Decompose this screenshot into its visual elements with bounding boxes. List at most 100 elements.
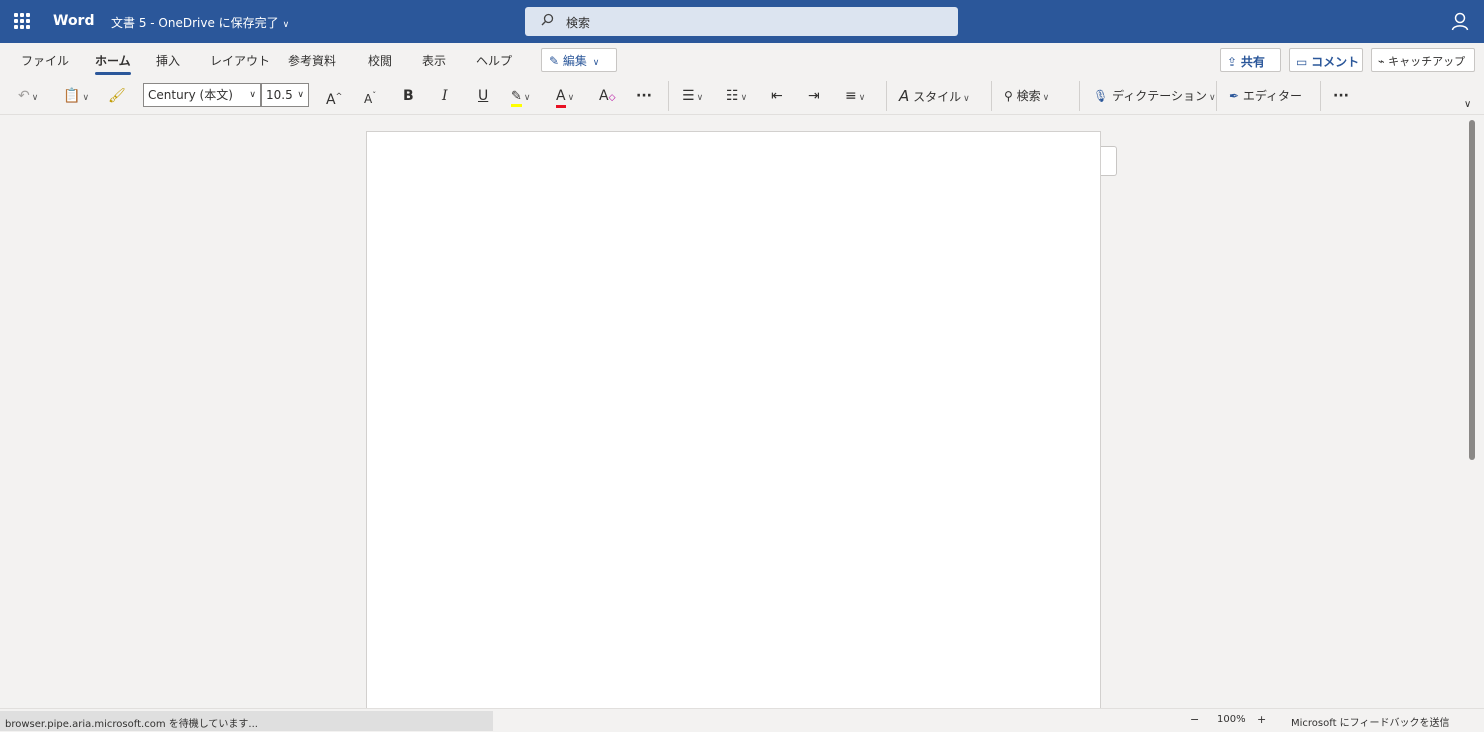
find-label: 検索 xyxy=(1016,89,1041,103)
search-icon: ⚲ xyxy=(1004,89,1013,103)
separator xyxy=(1079,81,1080,111)
document-canvas xyxy=(0,116,1484,711)
editing-mode-button[interactable]: ✎ 編集 ∨ xyxy=(541,48,617,72)
font-name-value: Century (本文) xyxy=(148,88,233,102)
font-name-select[interactable]: Century (本文) ∨ xyxy=(143,83,261,107)
app-launcher-icon[interactable] xyxy=(14,13,30,29)
bullets-button[interactable]: ☰ ∨ xyxy=(682,85,703,107)
styles-label: スタイル xyxy=(913,90,962,104)
document-title[interactable]: 文書 5 - OneDrive に保存完了 ∨ xyxy=(111,14,289,31)
vertical-scrollbar[interactable] xyxy=(1467,116,1479,708)
shrink-font-icon: Aˇ xyxy=(364,91,377,106)
microphone-icon: 🎙 xyxy=(1093,89,1109,103)
ribbon-expand-icon[interactable]: ∨ xyxy=(1464,99,1471,110)
document-page[interactable] xyxy=(366,131,1101,711)
catch-up-button[interactable]: ⌁ キャッチアップ xyxy=(1371,48,1475,72)
share-icon: ⇪ xyxy=(1227,55,1238,69)
scrollbar-thumb[interactable] xyxy=(1469,120,1475,460)
underline-button[interactable]: U xyxy=(478,85,488,107)
decrease-indent-button[interactable]: ⇤ xyxy=(771,85,783,107)
highlight-button[interactable]: ✎ ∨ xyxy=(511,85,531,107)
tab-view[interactable]: 表示 xyxy=(422,52,446,69)
font-color-button[interactable]: A ∨ xyxy=(556,85,575,108)
clipboard-icon: 📋 xyxy=(63,88,81,104)
tab-layout[interactable]: レイアウト xyxy=(210,52,270,69)
find-button[interactable]: ⚲ 検索 ∨ xyxy=(1004,85,1049,107)
app-name[interactable]: Word xyxy=(53,13,95,29)
paste-button[interactable]: 📋 ∨ xyxy=(63,85,89,107)
tab-help[interactable]: ヘルプ xyxy=(476,52,512,69)
numbered-list-icon: ☷ xyxy=(726,88,739,104)
align-icon: ≡ xyxy=(845,88,857,104)
title-bar: Word 文書 5 - OneDrive に保存完了 ∨ 検索 xyxy=(0,0,1484,43)
bullet-list-icon: ☰ xyxy=(682,88,695,104)
more-font-options-button[interactable]: ··· xyxy=(636,85,652,107)
status-bar: browser.pipe.aria.microsoft.com を待機しています… xyxy=(0,708,1484,732)
comments-button[interactable]: ▭ コメント xyxy=(1289,48,1363,72)
chevron-down-icon: ∨ xyxy=(696,93,704,103)
dictate-label: ディクテーション xyxy=(1112,89,1207,103)
share-button[interactable]: ⇪ 共有 xyxy=(1220,48,1281,72)
page-side-tab[interactable] xyxy=(1101,146,1117,176)
format-painter-icon: 🖌 xyxy=(108,88,126,104)
font-color-icon: A xyxy=(556,88,566,108)
zoom-in-button[interactable]: + xyxy=(1257,713,1266,726)
feedback-link[interactable]: Microsoft にフィードバックを送信 xyxy=(1291,714,1450,729)
undo-icon: ↶ xyxy=(18,88,30,104)
chevron-down-icon: ∨ xyxy=(282,20,290,30)
chevron-down-icon: ∨ xyxy=(858,93,866,103)
share-label: 共有 xyxy=(1240,55,1265,69)
chevron-down-icon: ∨ xyxy=(567,93,575,103)
chevron-down-icon: ∨ xyxy=(592,58,600,68)
undo-button[interactable]: ↶ ∨ xyxy=(18,85,38,107)
highlighter-icon: ✎ xyxy=(511,89,522,107)
ribbon-tabs: ファイル ホーム 挿入 レイアウト 参考資料 校閲 表示 ヘルプ ✎ 編集 ∨ … xyxy=(0,43,1484,77)
font-size-select[interactable]: 10.5 ∨ xyxy=(261,83,309,107)
chevron-down-icon: ∨ xyxy=(1208,93,1216,103)
search-placeholder: 検索 xyxy=(566,16,591,30)
italic-button[interactable]: I xyxy=(442,85,448,107)
tab-review[interactable]: 校閲 xyxy=(368,52,392,69)
separator xyxy=(1216,81,1217,111)
bold-button[interactable]: B xyxy=(403,85,414,107)
grow-font-icon: A^ xyxy=(326,91,343,108)
dictate-button[interactable]: 🎙 ディクテーション ∨ xyxy=(1093,85,1216,107)
font-size-value: 10.5 xyxy=(266,88,293,102)
separator xyxy=(1320,81,1321,111)
editing-mode-label: 編集 xyxy=(562,54,587,68)
chevron-down-icon: ∨ xyxy=(1042,93,1050,103)
numbering-button[interactable]: ☷ ∨ xyxy=(726,85,747,107)
tab-home[interactable]: ホーム xyxy=(95,52,131,75)
ribbon-toolbar: ↶ ∨ 📋 ∨ 🖌 Century (本文) ∨ 10.5 ∨ A^ Aˇ B I … xyxy=(0,77,1484,115)
account-icon[interactable] xyxy=(1450,11,1470,31)
styles-button[interactable]: A スタイル ∨ xyxy=(899,85,970,107)
shrink-font-button[interactable]: Aˇ xyxy=(364,85,376,107)
increase-indent-icon: ⇥ xyxy=(808,88,820,104)
chevron-down-icon: ∨ xyxy=(297,90,304,100)
zoom-level[interactable]: 100% xyxy=(1217,714,1246,725)
align-button[interactable]: ≡ ∨ xyxy=(845,85,865,107)
more-options-button[interactable]: ··· xyxy=(1333,85,1349,107)
styles-icon: A xyxy=(899,87,910,105)
tab-insert[interactable]: 挿入 xyxy=(156,52,180,69)
catch-up-label: キャッチアップ xyxy=(1388,55,1466,68)
zoom-out-button[interactable]: − xyxy=(1190,713,1199,726)
editor-label: エディター xyxy=(1242,89,1303,103)
clear-formatting-button[interactable]: A◇ xyxy=(599,85,616,107)
search-icon xyxy=(541,13,554,30)
chevron-down-icon: ∨ xyxy=(963,94,970,104)
format-painter-button[interactable]: 🖌 xyxy=(108,85,126,107)
catch-up-icon: ⌁ xyxy=(1378,55,1385,68)
increase-indent-button[interactable]: ⇥ xyxy=(808,85,820,107)
tab-references[interactable]: 参考資料 xyxy=(288,52,336,69)
chevron-down-icon: ∨ xyxy=(249,90,256,100)
loading-status-message: browser.pipe.aria.microsoft.com を待機しています… xyxy=(0,711,493,731)
tab-file[interactable]: ファイル xyxy=(21,52,69,69)
search-box[interactable]: 検索 xyxy=(525,7,958,36)
document-title-text: 文書 5 - OneDrive に保存完了 xyxy=(111,16,279,30)
comment-icon: ▭ xyxy=(1296,55,1308,69)
separator xyxy=(886,81,887,111)
clear-formatting-icon: A◇ xyxy=(599,88,616,104)
grow-font-button[interactable]: A^ xyxy=(326,85,343,108)
editor-button[interactable]: ✒ エディター xyxy=(1229,85,1302,107)
